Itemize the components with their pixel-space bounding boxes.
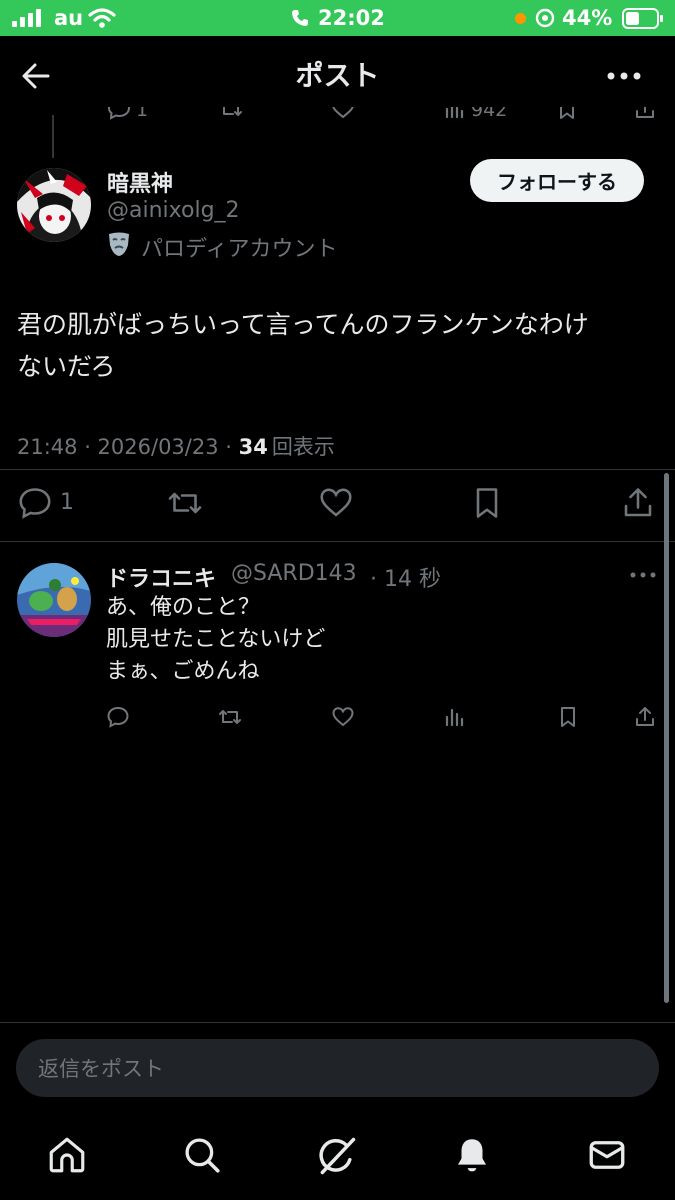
reply-text-line-2: 肌見せたことないけど bbox=[106, 627, 326, 652]
post-text-line-1: 君の肌がばっちいって言ってんのフランケンなわけ bbox=[17, 310, 589, 339]
bar-chart-icon bbox=[445, 107, 464, 119]
reply-input-placeholder: 返信をポスト bbox=[38, 1057, 164, 1081]
heart-icon bbox=[332, 107, 354, 119]
like-button[interactable] bbox=[318, 485, 354, 521]
more-options-button[interactable] bbox=[606, 70, 642, 82]
author-display-name[interactable]: 暗黒神 bbox=[107, 166, 173, 198]
share-icon bbox=[636, 707, 654, 726]
tab-grok[interactable] bbox=[315, 1134, 359, 1178]
bookmark-icon bbox=[560, 107, 574, 119]
prev-reply-button[interactable] bbox=[107, 107, 131, 121]
views-label: 回表示 bbox=[271, 435, 335, 459]
orange-dot-indicator bbox=[515, 13, 526, 24]
bookmark-icon bbox=[476, 488, 498, 518]
reply-like-button[interactable] bbox=[331, 705, 355, 729]
more-horizontal-icon bbox=[630, 572, 656, 578]
repost-button[interactable] bbox=[167, 485, 203, 521]
divider bbox=[0, 1022, 675, 1023]
tab-notifications[interactable] bbox=[451, 1134, 493, 1176]
tab-home[interactable] bbox=[46, 1134, 88, 1176]
bookmark-icon bbox=[561, 707, 575, 727]
bookmark-button[interactable] bbox=[469, 485, 505, 521]
post-text-line-2: ないだろ bbox=[17, 352, 116, 381]
author-handle[interactable]: @ainixolg_2 bbox=[107, 198, 240, 223]
comment-icon bbox=[107, 107, 131, 120]
comment-icon bbox=[19, 488, 51, 519]
repost-icon bbox=[221, 107, 242, 116]
reply-time: · 14 秒 bbox=[370, 567, 441, 592]
carrier-label: au bbox=[54, 6, 84, 30]
prev-share-button[interactable] bbox=[633, 107, 657, 121]
follow-button[interactable]: フォローする bbox=[470, 159, 644, 202]
views-count: 34 bbox=[238, 435, 268, 459]
prev-reply-count: 1 bbox=[136, 107, 149, 121]
heart-icon bbox=[320, 488, 352, 517]
reply-text: あ、俺のこと？ 肌見せたことないけど まぁ、ごめんね bbox=[106, 592, 325, 688]
grok-icon bbox=[319, 1137, 356, 1175]
reply-more-button[interactable] bbox=[630, 571, 656, 579]
signal-icon bbox=[12, 9, 44, 27]
bell-icon bbox=[458, 1139, 486, 1172]
reply-input[interactable]: 返信をポスト bbox=[16, 1039, 659, 1097]
prev-views-count: 942 bbox=[471, 107, 508, 121]
divider bbox=[0, 469, 675, 470]
heart-icon bbox=[332, 707, 354, 727]
reply-text-line-1: あ、俺のこと？ bbox=[106, 595, 261, 620]
post-timestamp[interactable]: 21:48 · 2026/03/23 · bbox=[17, 435, 239, 459]
reply-avatar-image bbox=[17, 563, 91, 637]
share-icon bbox=[636, 107, 654, 118]
previous-post-actions: 1 942 bbox=[0, 107, 675, 129]
reply-count: 1 bbox=[60, 490, 74, 515]
prev-repost-button[interactable] bbox=[219, 107, 243, 121]
divider bbox=[0, 541, 675, 542]
prev-bookmark-button[interactable] bbox=[555, 107, 579, 121]
tab-messages[interactable] bbox=[586, 1134, 628, 1176]
location-lock-icon bbox=[535, 8, 555, 28]
battery-percent: 44% bbox=[562, 6, 613, 30]
comment-icon bbox=[107, 706, 129, 728]
tab-search[interactable] bbox=[181, 1134, 223, 1176]
scrollbar[interactable] bbox=[664, 473, 669, 1003]
reply-repost-button[interactable] bbox=[218, 705, 242, 729]
parody-mask-icon bbox=[107, 231, 131, 257]
reply-text-line-3: まぁ、ごめんね bbox=[106, 659, 260, 684]
repost-icon bbox=[219, 710, 241, 724]
status-bar: au 22:02 44% bbox=[0, 0, 675, 36]
mail-icon bbox=[589, 1141, 625, 1169]
avatar[interactable] bbox=[17, 168, 91, 242]
prev-views-button[interactable] bbox=[443, 107, 467, 121]
share-icon bbox=[624, 488, 652, 517]
reply-bookmark-button[interactable] bbox=[556, 705, 580, 729]
post-text: 君の肌がばっちいって言ってんのフランケンなわけ ないだろ bbox=[17, 304, 589, 388]
share-button[interactable] bbox=[620, 485, 656, 521]
wifi-icon bbox=[88, 8, 116, 28]
prev-like-button[interactable] bbox=[331, 107, 355, 121]
reply-author-handle[interactable]: @SARD143 bbox=[231, 561, 357, 586]
home-icon bbox=[49, 1137, 85, 1173]
bar-chart-icon bbox=[445, 708, 464, 727]
battery-icon bbox=[622, 8, 664, 29]
reply-avatar[interactable] bbox=[17, 563, 91, 637]
parody-account-label: パロディアカウント bbox=[141, 237, 338, 262]
clock-time: 22:02 bbox=[318, 6, 385, 30]
reply-views-button[interactable] bbox=[443, 705, 467, 729]
reply-button[interactable] bbox=[17, 485, 53, 521]
reply-share-button[interactable] bbox=[633, 705, 657, 729]
repost-icon bbox=[168, 492, 202, 514]
reply-reply-button[interactable] bbox=[106, 705, 130, 729]
more-horizontal-icon bbox=[607, 72, 641, 80]
phone-icon bbox=[291, 9, 309, 27]
thread-connector-line bbox=[52, 115, 54, 158]
avatar-image bbox=[17, 168, 91, 242]
reply-author-name[interactable]: ドラコニキ bbox=[106, 561, 216, 593]
page-title: ポスト bbox=[295, 59, 380, 92]
post-meta: 21:48 · 2026/03/23 · 34 回表示 bbox=[17, 431, 335, 461]
search-icon bbox=[185, 1138, 220, 1173]
